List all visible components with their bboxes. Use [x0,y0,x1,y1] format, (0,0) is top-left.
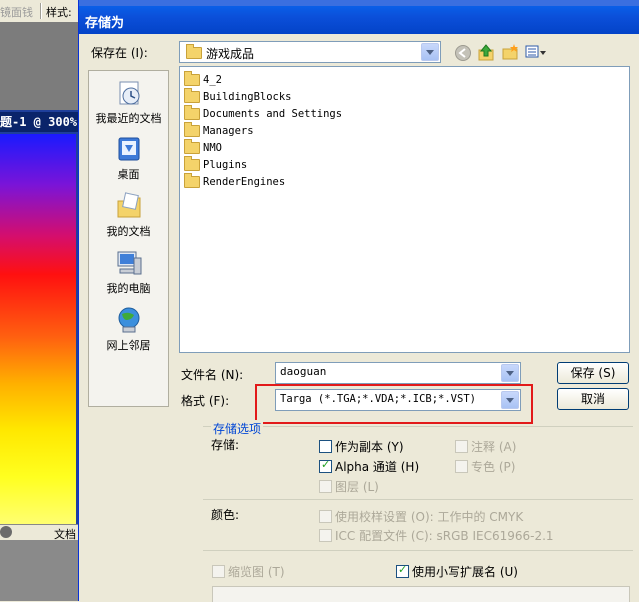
network-places-icon [118,307,139,333]
as-copy-checkbox[interactable] [319,440,332,453]
format-dropdown[interactable]: Targa (*.TGA;*.VDA;*.ICB;*.VST) [275,389,521,411]
place-label: 桌面 [117,168,140,181]
list-item[interactable]: Managers [184,122,254,137]
dialog-title: 存储为 [85,16,125,31]
file-list[interactable]: 4_2 BuildingBlocks Documents and Setting… [179,66,630,353]
desktop-icon [118,137,139,161]
spot-label[interactable]: 专色 (P) [471,458,515,475]
folder-icon [184,122,200,137]
save-in-label: 保存在 (I): [91,46,148,60]
place-label: 我最近的文档 [95,112,162,125]
list-item[interactable]: 4_2 [184,71,222,86]
filename-input[interactable]: daoguan [275,362,521,384]
options-lower-panel [212,586,630,602]
list-item[interactable]: Documents and Settings [184,105,342,120]
folder-icon [184,105,200,120]
folder-icon [184,156,200,171]
alpha-checkbox[interactable] [319,458,332,473]
background-workspace-lower [0,540,80,601]
format-value: Targa (*.TGA;*.VDA;*.ICB;*.VST) [280,393,476,405]
folder-icon [184,88,200,103]
use-proof-label[interactable]: 使用校样设置 (O): 工作中的 CMYK [335,508,523,525]
layers-label[interactable]: 图层 (L) [335,478,379,495]
folder-icon [184,139,200,154]
thumbnail-label[interactable]: 缩览图 (T) [228,563,285,580]
toolbar-style-label: 样式: [46,6,72,19]
view-menu-icon[interactable] [525,44,547,60]
save-in-dropdown[interactable]: 游戏成品 [179,41,441,63]
toolbar-left-text: 镜面钱 [0,6,33,19]
lowercase-ext-checkbox[interactable] [396,563,409,578]
place-desktop[interactable]: 桌面 [89,135,168,182]
toolbar-separator [40,3,42,19]
recent-documents-icon [119,81,139,105]
list-item[interactable]: NMO [184,139,222,154]
chevron-down-icon[interactable] [421,43,439,61]
save-as-dialog: 存储为 保存在 (I): 游戏成品 我最近的文档 桌面 我的文档 我的电脑 网上… [78,0,639,602]
format-label: 格式 (F): [181,394,230,408]
icc-checkbox[interactable] [319,529,332,542]
place-network[interactable]: 网上邻居 [89,306,168,353]
place-recent-documents[interactable]: 我最近的文档 [89,79,168,126]
document-title[interactable]: 题-1 @ 300% [0,112,80,132]
chevron-down-icon[interactable] [501,364,519,382]
as-copy-label[interactable]: 作为副本 (Y) [335,438,404,455]
background-toolbar: 镜面钱 样式: [0,0,80,23]
document-status-bar: 文档 [0,524,80,541]
save-options-title: 存储选项 [211,420,264,437]
save-in-value: 游戏成品 [206,47,255,61]
alpha-label[interactable]: Alpha 通道 (H) [335,458,419,475]
places-bar: 我最近的文档 桌面 我的文档 我的电脑 网上邻居 [88,70,169,407]
list-item[interactable]: Plugins [184,156,247,171]
thumbnail-checkbox[interactable] [212,565,225,578]
dialog-title-bar[interactable]: 存储为 [79,6,639,34]
layers-checkbox[interactable] [319,480,332,493]
spot-checkbox[interactable] [455,460,468,473]
up-folder-icon[interactable] [477,43,495,61]
place-label: 我的文档 [106,225,151,238]
options-divider [203,499,633,500]
folder-icon [186,44,202,59]
chevron-down-icon[interactable] [501,391,519,409]
place-label: 我的电脑 [106,282,151,295]
my-computer-icon [117,251,141,275]
icc-label[interactable]: ICC 配置文件 (C): sRGB IEC61966-2.1 [335,527,554,544]
new-folder-icon[interactable] [501,43,519,61]
notes-checkbox[interactable] [455,440,468,453]
status-nav-icon[interactable] [0,526,12,538]
notes-label[interactable]: 注释 (A) [471,438,516,455]
document-canvas[interactable] [0,134,76,524]
place-label: 网上邻居 [106,339,151,352]
back-icon[interactable] [454,44,472,62]
my-documents-icon [117,192,140,218]
options-divider [203,426,633,427]
place-my-documents[interactable]: 我的文档 [89,192,168,239]
filename-value: daoguan [280,365,327,378]
options-divider [203,550,633,551]
save-button[interactable]: 保存 (S) [557,362,629,384]
filename-label: 文件名 (N): [181,368,244,382]
folder-icon [184,71,200,86]
use-proof-checkbox[interactable] [319,510,332,523]
background-workspace [0,22,80,110]
place-my-computer[interactable]: 我的电脑 [89,249,168,296]
cancel-button[interactable]: 取消 [557,388,629,410]
list-item[interactable]: BuildingBlocks [184,88,292,103]
color-label: 颜色: [211,508,240,522]
lowercase-ext-label[interactable]: 使用小写扩展名 (U) [412,563,518,580]
store-label: 存储: [211,438,240,452]
list-item[interactable]: RenderEngines [184,173,285,188]
folder-icon [184,173,200,188]
